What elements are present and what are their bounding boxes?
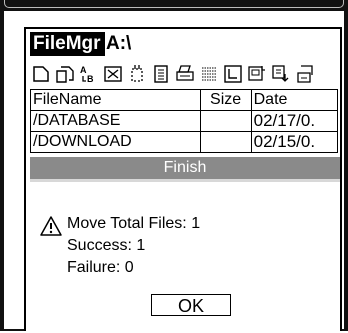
success-message: Success: 1 <box>67 237 146 254</box>
dialog-title: Finish <box>30 157 340 179</box>
table-row[interactable]: /DOWNLOAD 02/15/0. <box>30 131 339 153</box>
send-icon[interactable] <box>294 63 316 85</box>
copy-icon[interactable] <box>54 63 76 85</box>
column-header-filename[interactable]: FileName <box>30 89 201 111</box>
details-icon[interactable] <box>246 63 268 85</box>
failure-message: Failure: 0 <box>67 259 134 276</box>
table-header-row: FileName Size Date <box>30 89 339 111</box>
finish-dialog: Finish Move Total Files: 1 Success: 1 Fa… <box>30 157 340 333</box>
file-table: FileName Size Date /DATABASE 02/17/0. /D… <box>30 89 339 153</box>
top-bezel <box>0 0 348 11</box>
sort-icon[interactable] <box>270 63 292 85</box>
file-size-cell <box>199 131 252 153</box>
move-total-message: Move Total Files: 1 <box>67 215 201 232</box>
properties-icon[interactable] <box>150 63 172 85</box>
table-row[interactable]: /DATABASE 02/17/0. <box>30 110 339 132</box>
file-name-cell: /DOWNLOAD <box>30 131 201 153</box>
warning-icon <box>40 216 62 236</box>
cut-icon[interactable] <box>126 63 148 85</box>
column-header-size[interactable]: Size <box>199 89 252 111</box>
svg-text:A: A <box>80 65 87 75</box>
dialog-divider <box>30 179 340 182</box>
file-size-cell <box>199 110 252 132</box>
toolbar: AB <box>30 61 336 87</box>
rename-icon[interactable]: AB <box>78 63 100 85</box>
list-view-icon[interactable] <box>198 63 220 85</box>
file-date-cell: 02/17/0. <box>250 110 339 132</box>
file-name-cell: /DATABASE <box>30 110 201 132</box>
print-icon[interactable] <box>174 63 196 85</box>
left-bezel <box>0 0 4 331</box>
delete-icon[interactable] <box>102 63 124 85</box>
new-file-icon[interactable] <box>30 63 52 85</box>
drive-label[interactable]: A:\ <box>106 32 131 56</box>
up-folder-icon[interactable] <box>222 63 244 85</box>
file-date-cell: 02/15/0. <box>250 131 339 153</box>
file-manager-window: FileMgr A:\ AB FileName Size Date /DATAB… <box>24 27 342 333</box>
svg-text:B: B <box>87 74 94 84</box>
column-header-date[interactable]: Date <box>250 89 339 111</box>
app-title: FileMgr <box>30 32 105 56</box>
ok-button[interactable]: OK <box>151 294 231 316</box>
right-bezel <box>344 0 348 331</box>
